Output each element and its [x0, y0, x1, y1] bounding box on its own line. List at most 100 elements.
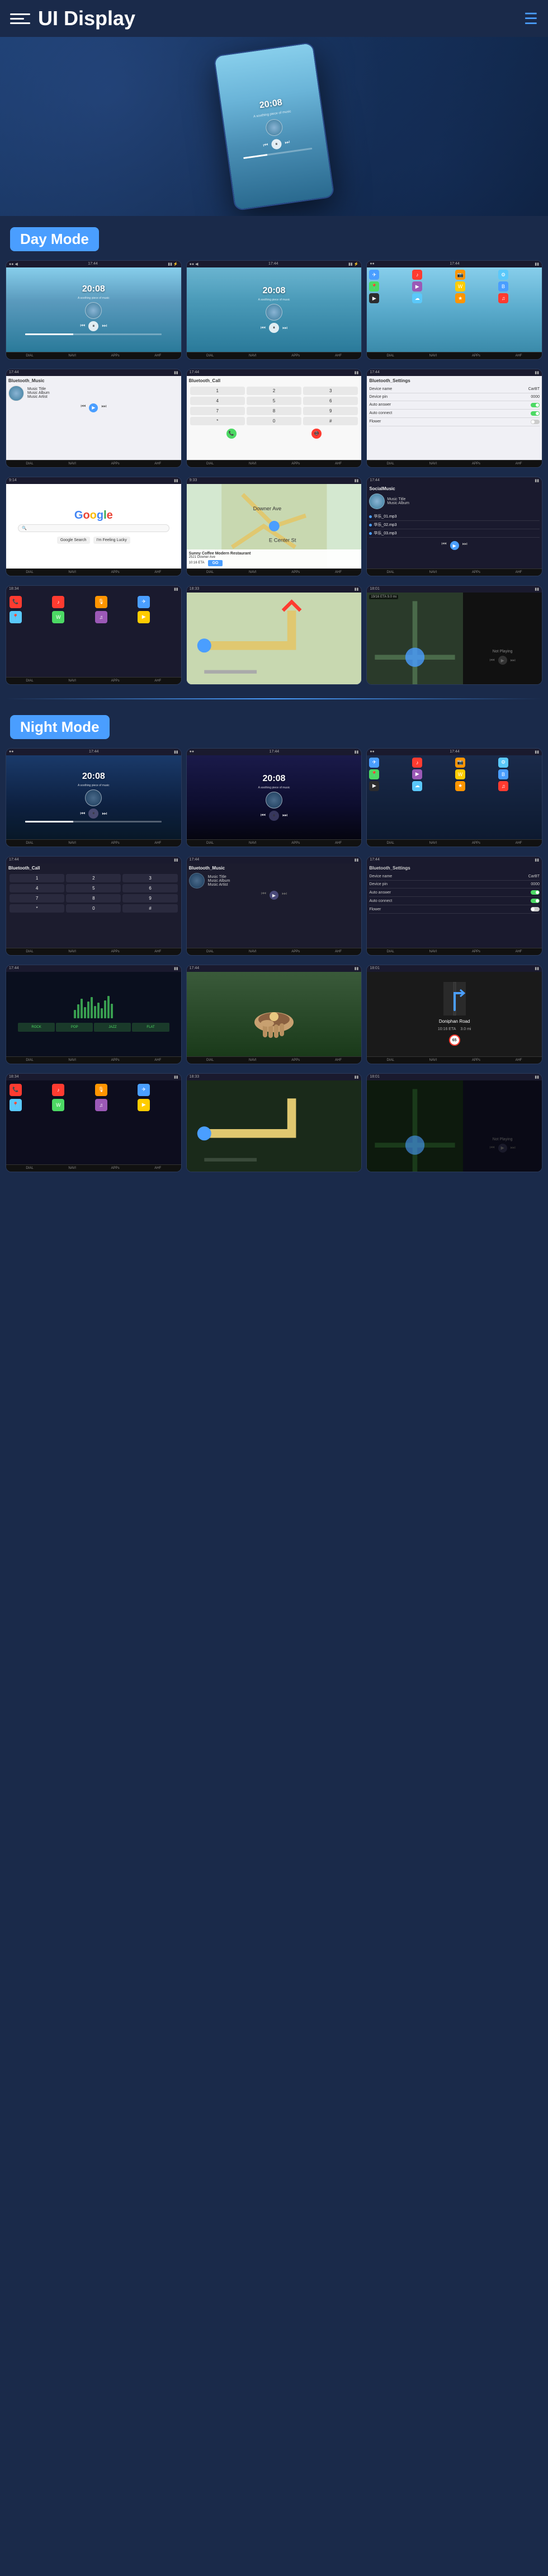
play-btn-2[interactable]: ⏸	[269, 323, 279, 333]
night-flower-toggle[interactable]	[531, 907, 540, 911]
night-prev-2[interactable]: ⏮	[261, 812, 266, 819]
app-bt[interactable]: B	[498, 281, 508, 292]
bt-next[interactable]: ⏭	[101, 403, 106, 412]
night-key-star[interactable]: *	[10, 904, 64, 913]
play-icon[interactable]: ⏸	[271, 138, 282, 149]
night-key-7[interactable]: 7	[10, 894, 64, 902]
not-playing-next[interactable]: ⏭	[511, 657, 516, 664]
launcher-spotify[interactable]: ♫	[95, 611, 107, 623]
key-5[interactable]: 5	[247, 397, 301, 405]
not-playing-prev[interactable]: ⏮	[490, 657, 495, 664]
key-0[interactable]: 0	[247, 417, 301, 425]
app-telegram[interactable]: ✈	[369, 270, 379, 280]
night-auto-connect-toggle[interactable]	[531, 899, 540, 903]
night-launcher-spotify[interactable]: ♫	[95, 1099, 107, 1111]
launcher-waze[interactable]: W	[52, 611, 64, 623]
social-play[interactable]: ▶	[450, 541, 459, 550]
night-auto-answer-toggle[interactable]	[531, 890, 540, 895]
app-extra2[interactable]: ★	[455, 293, 465, 303]
night-bt-play[interactable]: ▶	[270, 891, 278, 900]
night-app-extra2[interactable]: ★	[455, 781, 465, 791]
key-2[interactable]: 2	[247, 387, 301, 395]
night-app-extra3[interactable]: ♫	[498, 781, 508, 791]
night-bt-next[interactable]: ⏭	[282, 891, 287, 900]
night-next-1[interactable]: ⏭	[102, 811, 107, 817]
night-app-vlc[interactable]: ▶	[412, 769, 422, 779]
app-yt[interactable]: ▶	[369, 293, 379, 303]
menu-icon[interactable]	[10, 8, 30, 29]
night-launcher-youtube[interactable]: ▶	[138, 1099, 150, 1111]
night-key-6[interactable]: 6	[122, 884, 177, 892]
night-play-1[interactable]: ⏸	[88, 808, 98, 819]
app-phone[interactable]: 📷	[455, 270, 465, 280]
key-4[interactable]: 4	[190, 397, 245, 405]
night-app-yt[interactable]: ▶	[369, 781, 379, 791]
night-not-playing-prev[interactable]: ⏮	[490, 1145, 495, 1151]
eq-btn-2[interactable]: POP	[56, 1023, 93, 1032]
hamburger-nav-icon[interactable]: ☰	[524, 10, 538, 28]
prev-icon[interactable]: ⏮	[263, 142, 268, 149]
night-launcher-music[interactable]: ♪	[52, 1084, 64, 1096]
night-app-phone[interactable]: 📷	[455, 758, 465, 768]
night-key-0[interactable]: 0	[66, 904, 121, 913]
google-search-bar[interactable]: 🔍	[18, 524, 169, 532]
bt-play[interactable]: ▶	[89, 403, 98, 412]
night-app-bt[interactable]: B	[498, 769, 508, 779]
night-key-4[interactable]: 4	[10, 884, 64, 892]
next-btn-1[interactable]: ⏭	[102, 323, 107, 329]
social-next[interactable]: ⏭	[462, 541, 467, 550]
night-key-3[interactable]: 3	[122, 874, 177, 882]
app-waze[interactable]: W	[455, 281, 465, 292]
google-search-btn[interactable]: Google Search	[57, 537, 90, 544]
app-settings[interactable]: ⚙	[498, 270, 508, 280]
night-key-hash[interactable]: #	[122, 904, 177, 913]
night-app-music[interactable]: ♪	[412, 758, 422, 768]
eq-btn-3[interactable]: JAZZ	[94, 1023, 131, 1032]
night-key-9[interactable]: 9	[122, 894, 177, 902]
song-item-2[interactable]: 华乐_02.mp3	[369, 521, 540, 529]
night-app-maps[interactable]: 📍	[369, 769, 379, 779]
night-launcher-waze[interactable]: W	[52, 1099, 64, 1111]
app-extra1[interactable]: ☁	[412, 293, 422, 303]
launcher-music[interactable]: ♪	[52, 596, 64, 608]
night-key-2[interactable]: 2	[66, 874, 121, 882]
key-6[interactable]: 6	[303, 397, 358, 405]
key-8[interactable]: 8	[247, 407, 301, 415]
app-music[interactable]: ♪	[412, 270, 422, 280]
night-key-5[interactable]: 5	[66, 884, 121, 892]
night-app-waze[interactable]: W	[455, 769, 465, 779]
flower-toggle[interactable]	[531, 420, 540, 424]
key-star[interactable]: *	[190, 417, 245, 425]
call-btn[interactable]: 📞	[226, 429, 237, 439]
not-playing-play[interactable]: ▶	[498, 656, 507, 665]
go-button[interactable]: GO	[208, 560, 223, 566]
app-extra3[interactable]: ♫	[498, 293, 508, 303]
night-prev-1[interactable]: ⏮	[80, 811, 85, 817]
night-app-extra1[interactable]: ☁	[412, 781, 422, 791]
next-icon[interactable]: ⏭	[284, 139, 290, 145]
song-item-3[interactable]: 华乐_03.mp3	[369, 529, 540, 538]
app-maps[interactable]: 📍	[369, 281, 379, 292]
key-9[interactable]: 9	[303, 407, 358, 415]
launcher-maps[interactable]: 📍	[10, 611, 22, 623]
eq-btn-1[interactable]: ROCK	[18, 1023, 55, 1032]
launcher-phone[interactable]: 📞	[10, 596, 22, 608]
night-bt-prev[interactable]: ⏮	[261, 891, 266, 900]
night-key-1[interactable]: 1	[10, 874, 64, 882]
social-prev[interactable]: ⏮	[442, 541, 447, 550]
key-3[interactable]: 3	[303, 387, 358, 395]
next-btn-2[interactable]: ⏭	[282, 325, 287, 331]
bt-prev[interactable]: ⏮	[81, 403, 86, 412]
night-launcher-maps[interactable]: 📍	[10, 1099, 22, 1111]
launcher-telegram[interactable]: ✈	[138, 596, 150, 608]
lucky-btn[interactable]: I'm Feeling Lucky	[93, 537, 130, 544]
night-not-playing-next[interactable]: ⏭	[511, 1145, 516, 1151]
night-next-2[interactable]: ⏭	[282, 812, 287, 819]
night-not-playing-play[interactable]: ▶	[498, 1144, 507, 1153]
eq-btn-4[interactable]: FLAT	[132, 1023, 169, 1032]
auto-connect-toggle[interactable]	[531, 411, 540, 416]
song-item-1[interactable]: 华乐_01.mp3	[369, 513, 540, 521]
play-btn-1[interactable]: ⏸	[88, 321, 98, 331]
end-call-btn[interactable]: 📵	[311, 429, 322, 439]
night-launcher-telegram[interactable]: ✈	[138, 1084, 150, 1096]
